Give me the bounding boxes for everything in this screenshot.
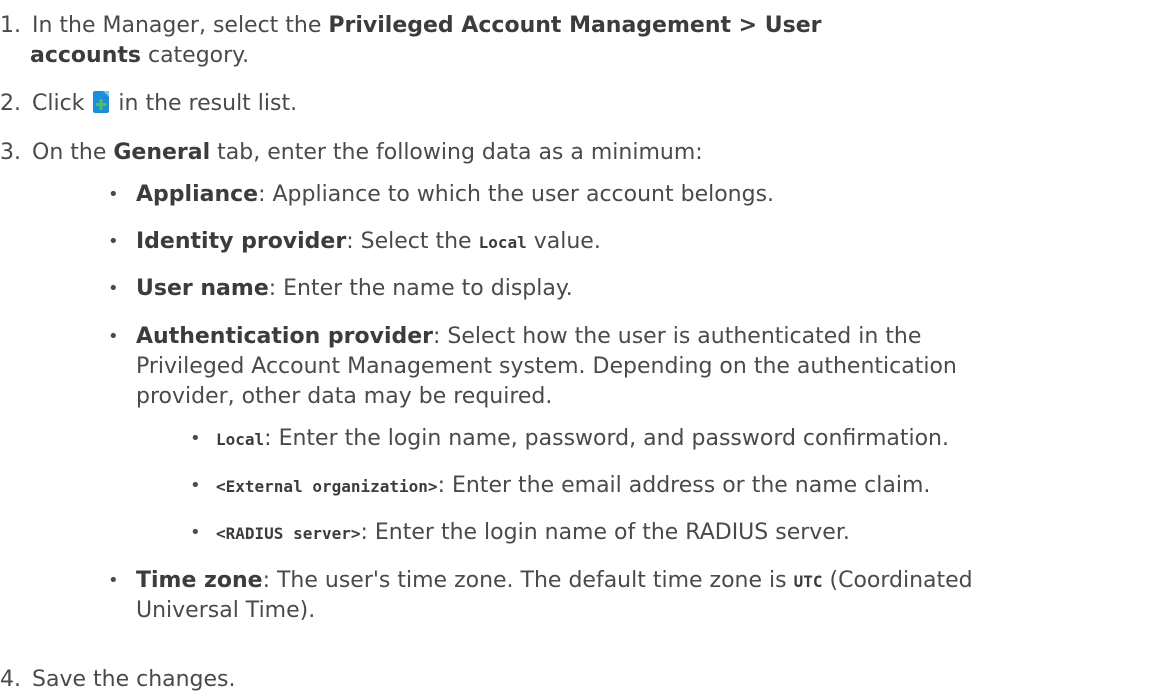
field-description: : Select how the user is authenticated i… [433, 324, 922, 349]
auth-option-radius-server: <RADIUS server>: Enter the login name of… [216, 518, 850, 548]
field-label: User name [136, 276, 269, 301]
tab-name: General [113, 140, 211, 165]
field-time-zone: Time zone: The user's time zone. The def… [136, 566, 973, 596]
field-description-line: Privileged Account Management system. De… [136, 354, 957, 379]
field-label: Identity provider [136, 229, 347, 254]
step-text: Save the changes. [32, 667, 236, 692]
code-value: Local [478, 233, 527, 252]
bullet: • [190, 475, 201, 496]
step-text: in the result list. [111, 91, 298, 116]
field-description: (Coordinated [822, 568, 973, 593]
step-4: 4. Save the changes. [0, 665, 236, 695]
step-3: 3. On the General tab, enter the followi… [0, 138, 703, 168]
instructions-document: 1. In the Manager, select the Privileged… [0, 0, 1152, 699]
code-value: <RADIUS server> [216, 524, 361, 543]
bullet: • [190, 522, 201, 543]
step-text: tab, enter the following data as a minim… [210, 140, 703, 165]
bullet: • [108, 184, 119, 205]
field-label: Authentication provider [136, 324, 433, 349]
field-identity-provider: Identity provider: Select the Local valu… [136, 227, 601, 257]
step-number: 1. [0, 13, 21, 38]
step-2: 2. Click in the result list. [0, 89, 297, 119]
field-description: : The user's time zone. The default time… [262, 568, 794, 593]
code-value: UTC [793, 572, 823, 591]
menu-path: Privileged Account Management > User [328, 13, 822, 38]
field-description: : Appliance to which the user account be… [258, 182, 775, 207]
bullet: • [108, 231, 119, 252]
option-description: : Enter the login name, password, and pa… [264, 426, 949, 451]
step-text: Click [32, 91, 92, 116]
field-description: value. [526, 229, 601, 254]
step-number: 3. [0, 140, 21, 165]
field-appliance: Appliance: Appliance to which the user a… [136, 180, 774, 210]
new-item-icon [93, 91, 110, 113]
code-value: Local [216, 430, 265, 449]
field-description-line: provider, other data may be required. [136, 384, 553, 409]
bullet: • [108, 278, 119, 299]
step-1-continued: accounts category. [30, 41, 249, 71]
auth-option-external-organization: <External organization>: Enter the email… [216, 471, 930, 501]
step-1: 1. In the Manager, select the Privileged… [0, 11, 821, 41]
step-text: In the Manager, select the [32, 13, 329, 38]
field-label: Time zone [136, 568, 263, 593]
field-description-line: Universal Time). [136, 598, 316, 623]
field-description: : Enter the name to display. [268, 276, 573, 301]
field-description: : Select the [346, 229, 479, 254]
option-description: : Enter the email address or the name cl… [437, 473, 931, 498]
bullet: • [108, 570, 119, 591]
auth-option-local: Local: Enter the login name, password, a… [216, 424, 949, 454]
field-user-name: User name: Enter the name to display. [136, 274, 573, 304]
menu-path-end: accounts [30, 43, 141, 68]
step-number: 2. [0, 91, 21, 116]
step-text: On the [32, 140, 114, 165]
field-authentication-provider: Authentication provider: Select how the … [136, 322, 921, 352]
option-description: : Enter the login name of the RADIUS ser… [360, 520, 850, 545]
bullet: • [190, 428, 201, 449]
code-value: <External organization> [216, 477, 438, 496]
step-text: category. [140, 43, 250, 68]
step-number: 4. [0, 667, 21, 692]
bullet: • [108, 326, 119, 347]
field-label: Appliance [136, 182, 259, 207]
